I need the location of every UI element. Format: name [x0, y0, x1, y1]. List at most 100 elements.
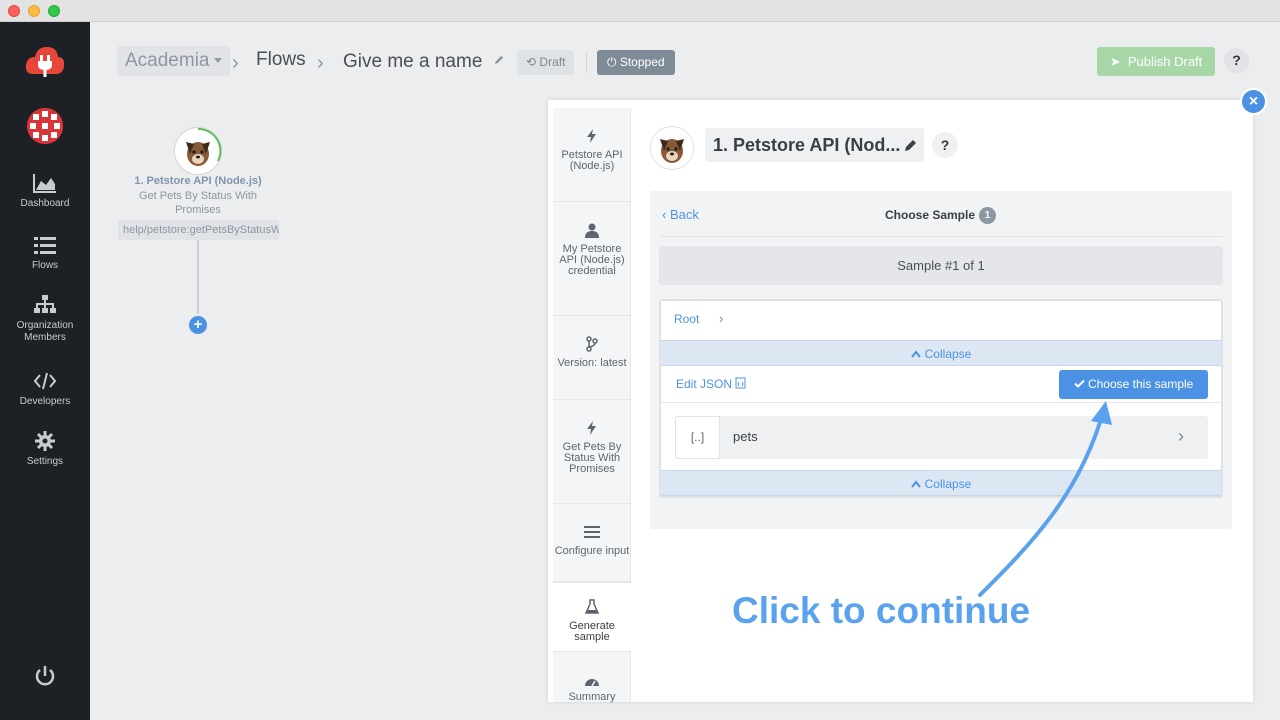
step-title-field[interactable]: 1. Petstore API (Nod... [705, 128, 924, 162]
step-title-text: 1. Petstore API (Nod... [713, 135, 901, 155]
wizard-step-trigger[interactable]: Get Pets By Status With Promises [553, 400, 631, 504]
component-logo [650, 126, 694, 170]
check-icon [1073, 379, 1085, 388]
file-code-icon [735, 377, 746, 389]
stopped-badge-label: Stopped [619, 55, 665, 69]
caret-down-icon [213, 58, 222, 64]
flow-step-node[interactable] [175, 127, 222, 174]
wizard-step-label: Configure input [554, 545, 630, 557]
array-icon: [..] [675, 416, 720, 459]
wizard-step-summary[interactable]: Summary [553, 674, 631, 703]
wizard-step-generate-sample[interactable]: Generate sample [553, 582, 631, 652]
flask-icon [584, 599, 600, 614]
history-icon: ⟲ [526, 55, 537, 69]
sample-index-bar: Sample #1 of 1 [659, 246, 1223, 285]
list-icon [34, 237, 56, 254]
edit-json-label: Edit JSON [676, 377, 733, 391]
chevron-right-icon[interactable]: › [1178, 426, 1184, 447]
draft-badge[interactable]: ⟲ Draft [517, 50, 575, 75]
dog-icon [660, 139, 684, 163]
wizard-step-label: Version: latest [557, 357, 627, 369]
close-panel-button[interactable]: × [1240, 88, 1267, 115]
maximize-window-button[interactable] [48, 5, 60, 17]
sample-count-badge: 1 [979, 207, 997, 224]
step-progress-ring [197, 127, 222, 162]
gear-icon [35, 431, 55, 451]
wizard-steps: Petstore API (Node.js) My Petstore API (… [553, 108, 631, 703]
breadcrumb-flows[interactable]: Flows [256, 49, 306, 71]
draft-badge-label: Draft [539, 55, 566, 69]
panel-help-button[interactable]: ? [932, 132, 958, 158]
sidebar: Dashboard Flows Organization Members Dev… [0, 22, 90, 720]
tutorial-annotation: Click to continue [732, 590, 1031, 631]
choose-this-sample-label: Choose this sample [1087, 377, 1194, 391]
annotation-arrow-icon [978, 401, 1112, 597]
help-button[interactable]: ? [1224, 48, 1249, 73]
wizard-step-app[interactable]: Petstore API (Node.js) [553, 108, 631, 202]
flow-name[interactable]: Give me a name [343, 51, 505, 73]
sidebar-item-developers[interactable]: Developers [0, 370, 90, 408]
sidebar-item-label: Developers [19, 396, 71, 407]
publish-draft-button[interactable]: ➤ Publish Draft [1097, 47, 1215, 76]
power-icon[interactable] [33, 664, 57, 688]
json-root-crumb[interactable]: Root [674, 312, 699, 326]
chevron-right-icon: › [317, 52, 324, 74]
sitemap-icon [34, 295, 56, 313]
wizard-step-label: Summary [568, 691, 616, 703]
window-titlebar [0, 0, 1280, 22]
power-small-icon: ⏻ [607, 55, 617, 69]
flow-connector [197, 240, 199, 314]
org-name: Academia [125, 50, 210, 71]
bolt-icon [587, 129, 596, 143]
sidebar-item-dashboard[interactable]: Dashboard [0, 172, 90, 210]
chevron-left-icon: ‹ [662, 207, 667, 222]
wizard-step-configure-input[interactable]: Configure input [553, 504, 631, 582]
sidebar-item-flows[interactable]: Flows [0, 234, 90, 272]
sidebar-item-label: Organization Members [16, 320, 74, 343]
wizard-step-version[interactable]: Version: latest [553, 316, 631, 400]
collapse-bottom-button[interactable]: Collapse [661, 470, 1221, 496]
chevron-right-icon: › [719, 311, 724, 326]
bars-icon [584, 526, 600, 538]
collapse-top-button[interactable]: Collapse [661, 340, 1221, 366]
sidebar-item-label: Dashboard [20, 198, 70, 209]
add-step-button[interactable]: + [189, 316, 207, 334]
flow-step-subtitle: Get Pets By Status With Promises [139, 190, 257, 216]
flow-step-title[interactable]: 1. Petstore API (Node.js) [118, 175, 278, 187]
bolt-icon [587, 421, 596, 435]
chevron-right-icon: › [232, 52, 239, 74]
wizard-step-label: Generate sample [569, 620, 615, 643]
divider [661, 402, 1221, 403]
minimize-window-button[interactable] [28, 5, 40, 17]
wizard-step-label: Get Pets By Status With Promises [562, 441, 622, 475]
dashboard-icon [585, 679, 599, 687]
wizard-step-label: Petstore API (Node.js) [561, 149, 623, 172]
header-divider [586, 52, 587, 73]
flow-step-path: help/petstore:getPetsByStatusW [118, 220, 279, 240]
close-window-button[interactable] [8, 5, 20, 17]
edit-json-link[interactable]: Edit JSON [676, 377, 746, 391]
sidebar-item-settings[interactable]: Settings [0, 430, 90, 468]
org-switcher[interactable]: Academia [117, 46, 230, 76]
brand-logo-icon[interactable] [25, 44, 65, 80]
divider [660, 236, 1222, 237]
paper-plane-icon: ➤ [1109, 54, 1121, 69]
stopped-badge[interactable]: ⏻ Stopped [597, 50, 675, 75]
branch-icon [586, 336, 598, 352]
chart-area-icon [33, 174, 56, 193]
sidebar-item-organization-members[interactable]: Organization Members [0, 294, 90, 344]
org-avatar-pattern-icon [27, 108, 63, 144]
sidebar-item-label: Flows [31, 260, 59, 271]
user-icon [585, 223, 599, 238]
sidebar-item-label: Settings [26, 456, 64, 467]
pencil-icon[interactable] [494, 54, 505, 65]
choose-sample-title: Choose Sample [885, 208, 976, 222]
back-link[interactable]: ‹ Back [662, 207, 699, 222]
publish-draft-label: Publish Draft [1127, 54, 1203, 69]
json-property-name[interactable]: pets [733, 429, 758, 444]
org-avatar[interactable] [27, 108, 63, 144]
back-label: Back [669, 207, 699, 222]
wizard-step-credential[interactable]: My Petstore API (Node.js) credential [553, 202, 631, 316]
flow-name-text: Give me a name [343, 51, 483, 72]
pencil-icon[interactable] [904, 138, 918, 152]
